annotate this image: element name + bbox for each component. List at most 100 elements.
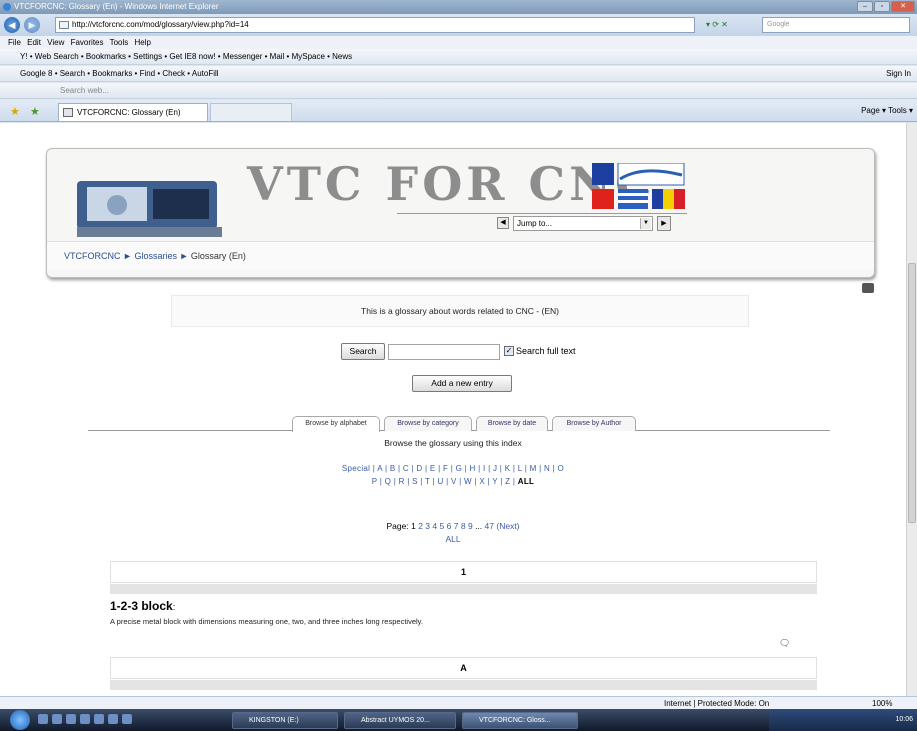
title-bar: VTCFORCNC: Glossary (En) - Windows Inter…: [0, 0, 917, 14]
page-link[interactable]: 2: [418, 521, 423, 531]
entry-term-colon: :: [172, 602, 176, 612]
quicklaunch-icon[interactable]: [38, 714, 48, 724]
page-link[interactable]: 9: [468, 521, 473, 531]
jump-prev-button[interactable]: ◀: [497, 217, 509, 229]
address-bar[interactable]: http://vtcforcnc.com/mod/glossary/view.p…: [55, 17, 695, 33]
browser-tab-active[interactable]: VTCFORCNC: Glossary (En): [58, 103, 208, 121]
page-content: VTC FOR CNC ◀ Jump to... ▼ ▶ VTCFORCNC ►…: [0, 123, 906, 696]
next-page-link[interactable]: (Next): [496, 521, 519, 531]
quicklaunch-icon[interactable]: [122, 714, 132, 724]
comment-icon[interactable]: 🗨: [779, 638, 790, 649]
page-link[interactable]: 8: [461, 521, 466, 531]
ie-icon: [3, 3, 11, 11]
chevron-down-icon: ▼: [640, 218, 651, 229]
menu-help[interactable]: Help: [135, 38, 151, 47]
tab-browse-alphabet[interactable]: Browse by alphabet: [292, 416, 380, 432]
page-link[interactable]: 47: [485, 521, 494, 531]
breadcrumb: VTCFORCNC ► Glossaries ► Glossary (En): [47, 241, 874, 269]
minimize-button[interactable]: –: [857, 1, 873, 12]
entry-term-text: 1-2-3 block: [110, 599, 173, 613]
fulltext-label: Search full text: [516, 346, 576, 356]
window-controls: – ▫ ✕: [857, 1, 915, 13]
search-box-placeholder: Google: [767, 21, 790, 28]
section-divider: [110, 680, 817, 690]
search-button[interactable]: Search: [341, 343, 385, 360]
vertical-scrollbar[interactable]: [906, 123, 917, 696]
alphabet-letters[interactable]: P | Q | R | S | T | U | V | W | X | Y | …: [372, 477, 518, 486]
page-link[interactable]: 4: [432, 521, 437, 531]
taskbar-button-abstract[interactable]: Abstract UYMOS 20...: [344, 712, 456, 729]
tab-browse-date[interactable]: Browse by date: [476, 416, 548, 431]
tab-browse-author[interactable]: Browse by Author: [552, 416, 636, 431]
system-tray: 10:06: [769, 709, 917, 731]
entry-term: 1-2-3 block:: [110, 599, 175, 613]
menu-favorites[interactable]: Favorites: [71, 38, 104, 47]
jump-to-value: Jump to...: [517, 219, 553, 228]
maximize-button[interactable]: ▫: [874, 1, 890, 12]
quicklaunch-icon[interactable]: [80, 714, 90, 724]
tab-row: ★ ★ VTCFORCNC: Glossary (En) Page ▾ Tool…: [0, 100, 917, 122]
glossary-search-input[interactable]: [388, 344, 500, 360]
back-icon[interactable]: ◀: [4, 17, 20, 33]
cnc-machine-logo: [77, 181, 222, 237]
pagination: Page: 1 2 3 4 5 6 7 8 9 ... 47 (Next): [0, 521, 906, 531]
favorites-star-icon[interactable]: ★: [10, 105, 20, 118]
taskbar-button-vtcforcnc[interactable]: VTCFORCNC: Gloss...: [462, 712, 578, 729]
quicklaunch-icon[interactable]: [66, 714, 76, 724]
page-link[interactable]: 5: [440, 521, 445, 531]
section-header-1: 1: [110, 561, 817, 583]
add-favorites-icon[interactable]: ★: [30, 105, 40, 118]
fulltext-checkbox[interactable]: ✓: [504, 346, 514, 356]
site-header: VTC FOR CNC ◀ Jump to... ▼ ▶ VTCFORCNC ►…: [46, 148, 875, 278]
clock[interactable]: 10:06: [895, 709, 913, 731]
command-bar[interactable]: Page ▾ Tools ▾: [861, 104, 913, 118]
forward-icon[interactable]: ▶: [24, 17, 40, 33]
tab-label: VTCFORCNC: Glossary (En): [77, 108, 181, 117]
entry-definition: A precise metal block with dimensions me…: [110, 617, 423, 626]
page-link[interactable]: 7: [454, 521, 459, 531]
quicklaunch-icon[interactable]: [108, 714, 118, 724]
menu-edit[interactable]: Edit: [27, 38, 41, 47]
menu-view[interactable]: View: [47, 38, 64, 47]
breadcrumb-current: Glossary (En): [190, 251, 246, 261]
search-box[interactable]: Google: [762, 17, 910, 33]
printer-icon[interactable]: [862, 283, 874, 293]
browser-window: VTCFORCNC: Glossary (En) - Windows Inter…: [0, 0, 917, 731]
breadcrumb-glossaries[interactable]: Glossaries: [134, 251, 177, 261]
address-row: ◀ ▶ http://vtcforcnc.com/mod/glossary/vi…: [0, 14, 917, 36]
close-button[interactable]: ✕: [891, 1, 915, 12]
new-tab-button[interactable]: [210, 103, 292, 121]
yahoo-toolbar: Y! • Web Search • Bookmarks • Settings •…: [0, 49, 917, 65]
menu-file[interactable]: File: [8, 38, 21, 47]
breadcrumb-home[interactable]: VTCFORCNC: [64, 251, 121, 261]
quick-launch: [38, 714, 218, 726]
page-link[interactable]: 3: [425, 521, 430, 531]
menu-tools[interactable]: Tools: [110, 38, 129, 47]
tab-browse-category[interactable]: Browse by category: [384, 416, 472, 431]
quicklaunch-icon[interactable]: [52, 714, 62, 724]
menu-bar: File Edit View Favorites Tools Help: [0, 36, 917, 49]
command-bar-items[interactable]: Page ▾ Tools ▾: [861, 106, 913, 115]
jump-to-select[interactable]: Jump to... ▼: [513, 216, 653, 231]
breadcrumb-separator-icon: ►: [179, 251, 191, 261]
section-header-a: A: [110, 657, 817, 679]
refresh-stop-icons[interactable]: ▾ ⟳ ✕: [706, 17, 756, 33]
glossary-intro: This is a glossary about words related t…: [171, 295, 749, 327]
page-link[interactable]: 6: [447, 521, 452, 531]
alphabet-index-line2: P | Q | R | S | T | U | V | W | X | Y | …: [0, 477, 906, 486]
section-divider: [110, 584, 817, 594]
taskbar-button-kingston[interactable]: KINGSTON (E:): [232, 712, 338, 729]
search-web-input[interactable]: Search web...: [0, 86, 109, 95]
quicklaunch-icon[interactable]: [94, 714, 104, 724]
add-entry-button[interactable]: Add a new entry: [412, 375, 512, 392]
yahoo-toolbar-items[interactable]: Y! • Web Search • Bookmarks • Settings •…: [0, 52, 352, 61]
status-bar: Internet | Protected Mode: On 100%: [0, 696, 917, 709]
sign-in-link[interactable]: Sign In: [886, 66, 911, 81]
alphabet-index-line1[interactable]: Special | A | B | C | D | E | F | G | H …: [0, 464, 906, 473]
pager-prefix: Page:: [386, 521, 409, 531]
scroll-thumb[interactable]: [908, 263, 916, 523]
google-toolbar-items[interactable]: Google 8 • Search • Bookmarks • Find • C…: [0, 69, 219, 78]
page-all-link[interactable]: ALL: [445, 534, 460, 544]
jump-next-button[interactable]: ▶: [657, 216, 671, 231]
start-button[interactable]: [10, 710, 30, 730]
